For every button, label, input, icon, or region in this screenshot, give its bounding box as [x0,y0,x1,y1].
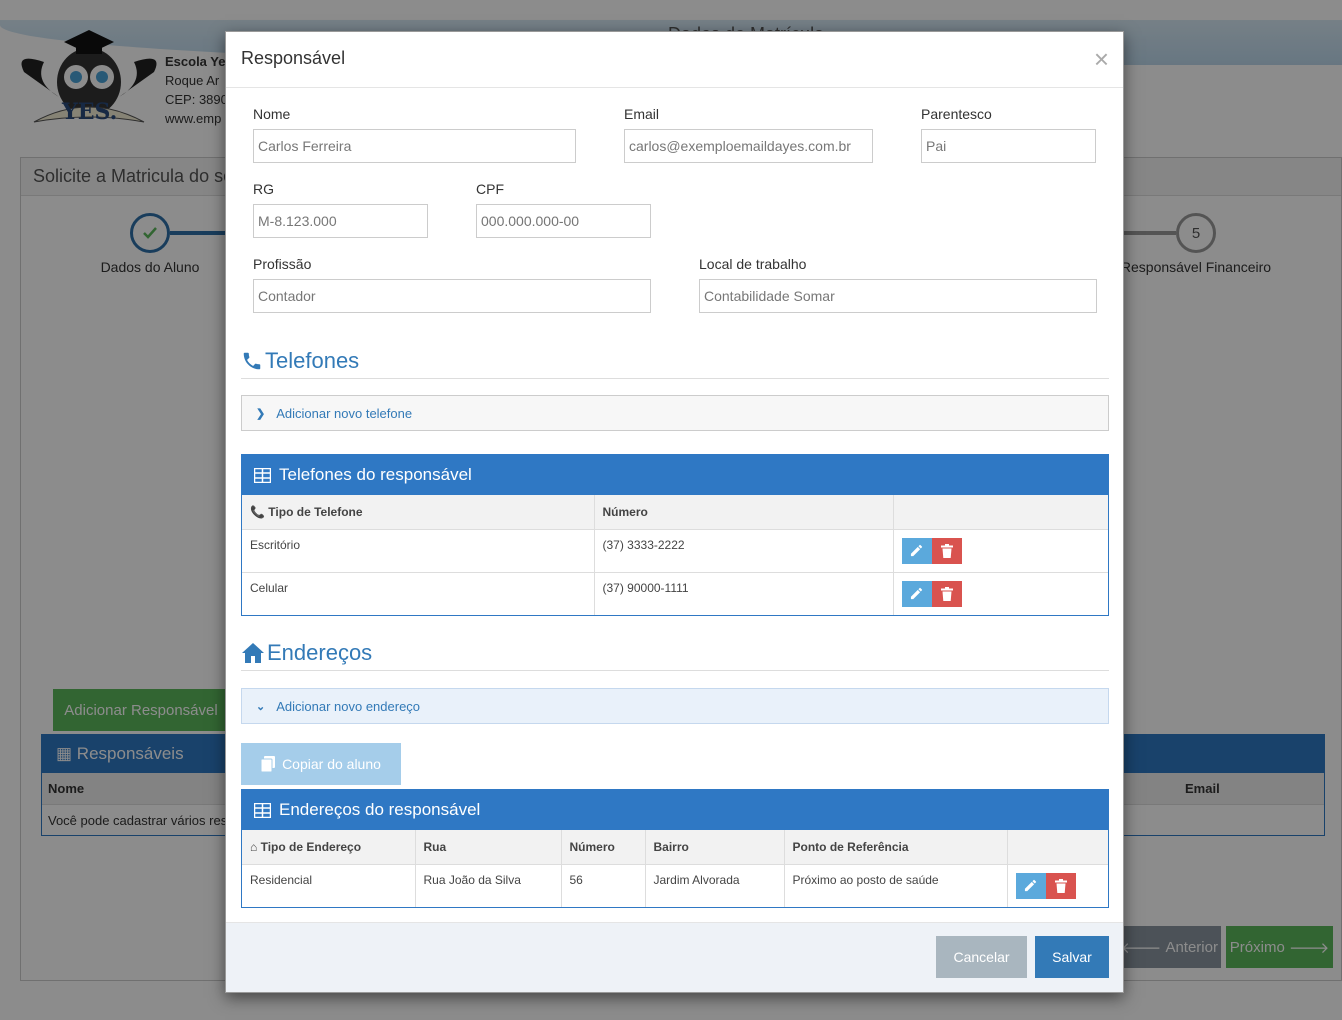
endereco-bairro: Jardim Alvorada [645,864,785,907]
delete-button[interactable] [1045,872,1076,899]
phone-icon [243,352,261,369]
enderecos-table-header: Endereços do responsável [242,790,1108,830]
telefones-table: Telefones do responsável 📞 Tipo de Telef… [241,454,1109,616]
close-icon[interactable]: × [1094,46,1109,72]
local-trabalho-label: Local de trabalho [699,256,807,272]
col-rua: Rua [415,830,562,865]
trash-icon [1054,878,1067,893]
enderecos-table: Endereços do responsável ⌂ Tipo de Ender… [241,789,1109,908]
col-bairro: Bairro [645,830,785,865]
enderecos-grid: ⌂ Tipo de Endereço Rua Número Bairro Pon… [242,830,1108,907]
enderecos-title: Endereços [267,639,373,665]
telefones-grid: 📞 Tipo de Telefone Número Escritório (37… [242,495,1108,615]
home-icon: ⌂ [250,839,258,854]
cpf-label: CPF [476,181,504,197]
col-referencia: Ponto de Referência [784,830,1008,865]
profissao-label: Profissão [253,256,312,272]
endereco-numero: 56 [561,864,646,907]
table-icon [254,802,271,818]
cancel-button[interactable]: Cancelar [936,936,1027,978]
col-numero: Número [594,495,894,530]
table-row: Escritório (37) 3333-2222 [242,529,1108,573]
modal-header: Responsável × [226,32,1123,88]
telefone-tipo: Celular [242,572,595,615]
endereco-tipo: Residencial [242,864,416,907]
col-tipo-telefone: 📞 Tipo de Telefone [242,495,595,530]
table-row: Celular (37) 90000-1111 [242,572,1108,615]
edit-button[interactable] [901,580,932,607]
endereco-referencia: Próximo ao posto de saúde [784,864,1008,907]
nome-input[interactable] [253,129,576,163]
add-endereco-toggle[interactable]: ⌄ Adicionar novo endereço [241,688,1109,724]
profissao-input[interactable] [253,279,651,313]
rg-input[interactable] [253,204,428,238]
modal-footer: Cancelar Salvar [226,922,1123,992]
delete-button[interactable] [931,537,962,564]
telefones-section-title: Telefones [241,343,1109,379]
edit-button[interactable] [1015,872,1046,899]
copiar-aluno-button[interactable]: Copiar do aluno [241,743,401,785]
enderecos-table-title: Endereços do responsável [279,800,481,819]
col-tipo-telefone-label: Tipo de Telefone [268,504,363,519]
telefone-tipo: Escritório [242,529,595,573]
copiar-aluno-label: Copiar do aluno [282,756,381,772]
trash-icon [940,586,953,601]
add-endereco-label: Adicionar novo endereço [276,698,421,714]
col-acoes [1007,830,1108,865]
trash-icon [940,543,953,558]
email-label: Email [624,106,660,122]
telefones-table-header: Telefones do responsável [242,455,1108,495]
col-tipo-endereco-label: Tipo de Endereço [260,839,362,854]
delete-button[interactable] [931,580,962,607]
pencil-icon [1024,879,1037,892]
table-icon [254,467,271,483]
row-actions [1007,864,1108,907]
rg-label: RG [253,181,274,197]
chevron-down-icon: ⌄ [256,700,266,713]
edit-button[interactable] [901,537,932,564]
save-button[interactable]: Salvar [1035,936,1109,978]
row-actions [893,529,1108,573]
email-input[interactable] [624,129,873,163]
telefone-numero: (37) 90000-1111 [594,572,894,615]
nome-label: Nome [253,106,291,122]
col-tipo-endereco: ⌂ Tipo de Endereço [242,830,416,865]
copy-icon [261,756,276,772]
endereco-rua: Rua João da Silva [415,864,562,907]
parentesco-label: Parentesco [921,106,992,122]
add-telefone-label: Adicionar novo telefone [276,405,413,421]
telefones-title: Telefones [265,347,360,373]
col-acoes [893,495,1108,530]
col-numero: Número [561,830,646,865]
add-telefone-toggle[interactable]: ❯ Adicionar novo telefone [241,395,1109,431]
telefones-table-title: Telefones do responsável [279,465,472,484]
modal-title: Responsável [241,48,346,68]
telefone-numero: (37) 3333-2222 [594,529,894,573]
phone-icon: 📞 [250,504,265,519]
pencil-icon [910,587,923,600]
pencil-icon [910,544,923,557]
responsavel-modal: Responsável × Nome Email Parentesco RG C… [225,31,1124,993]
row-actions [893,572,1108,615]
cpf-input[interactable] [476,204,651,238]
local-trabalho-input[interactable] [699,279,1097,313]
chevron-right-icon: ❯ [256,407,266,420]
parentesco-input[interactable] [921,129,1096,163]
home-icon [242,642,264,663]
table-row: Residencial Rua João da Silva 56 Jardim … [242,864,1108,907]
enderecos-section-title: Endereços [241,635,1109,671]
